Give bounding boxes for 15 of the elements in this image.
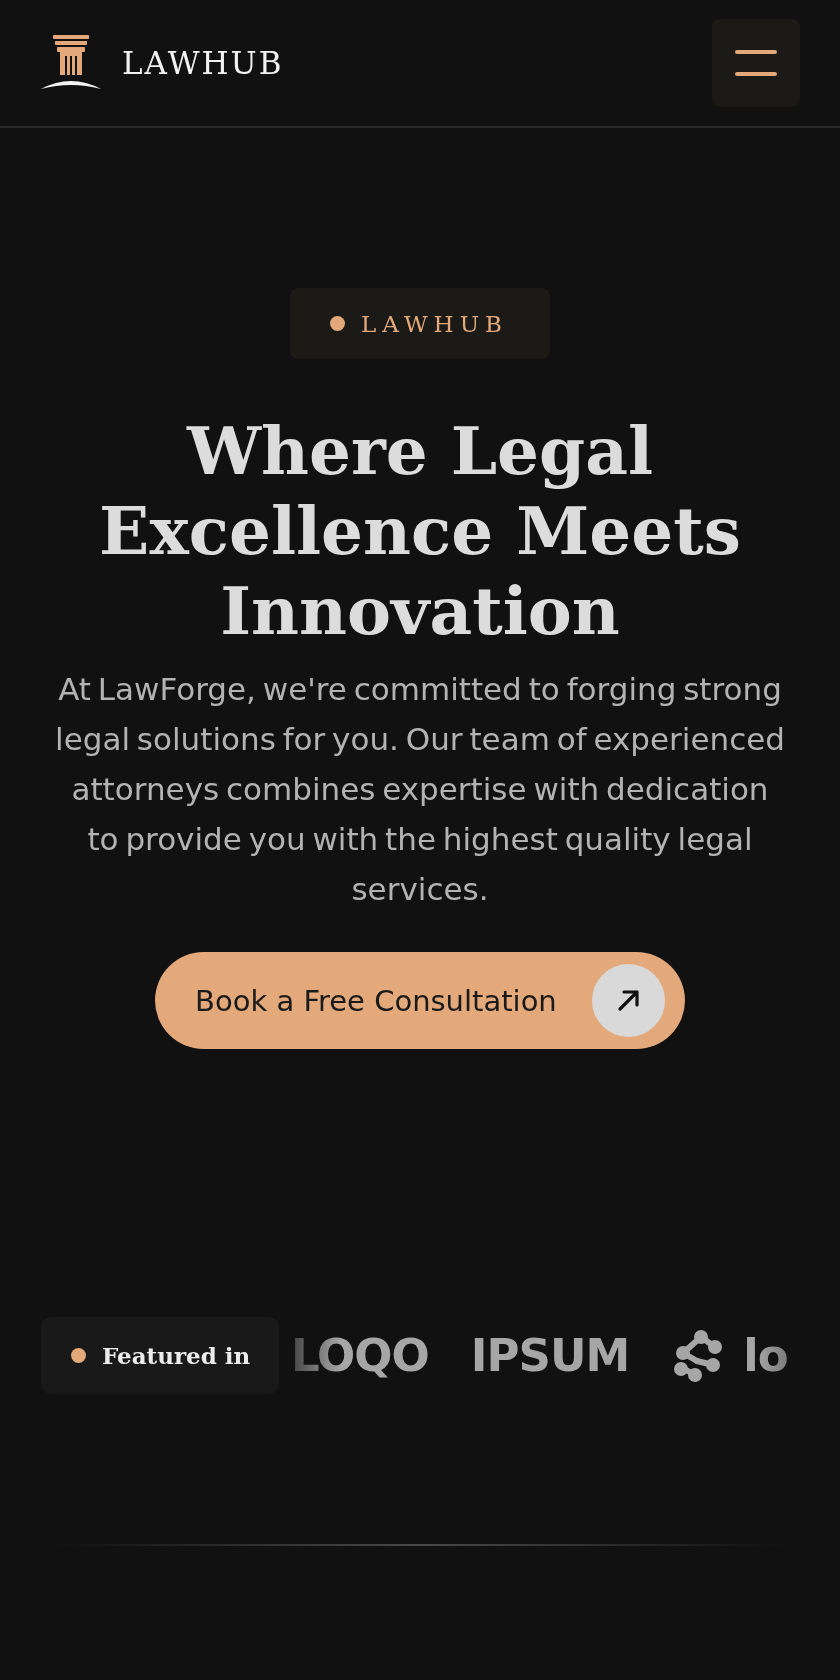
pillar-logo-icon [40,35,102,91]
hero-title: Where Legal Excellence Meets Innovation [98,411,742,651]
logo-wordmark: LOQO [291,1329,429,1382]
featured-label: Featured in [102,1342,251,1369]
menu-button[interactable] [712,19,800,107]
arrow-up-right-icon [592,964,665,1037]
dot-icon [330,316,346,331]
badge-label: LAWHUB [361,310,508,337]
menu-icon [735,50,777,76]
logo-wordmark: IPSUM [470,1329,630,1382]
dot-icon [71,1348,86,1363]
consultation-button[interactable]: Book a Free Consultation [155,952,685,1049]
logo-wordmark: lo [743,1329,788,1382]
brand-name[interactable]: LAWHUB [122,45,284,81]
hero-description: At LawForge, we're committed to forging strong legal solutions for you. Our team of experienced attorneys combines expertise with dedication to provide you with the highest quality legal services. [54,670,786,909]
